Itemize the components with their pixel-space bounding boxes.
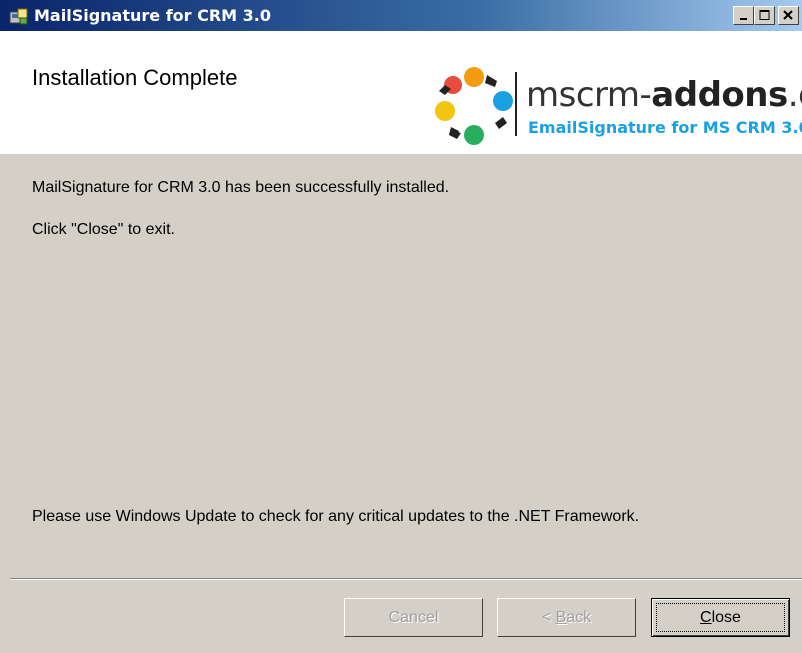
maximize-button[interactable] <box>754 6 775 25</box>
title-bar[interactable]: MailSignature for CRM 3.0 <box>0 0 802 31</box>
logo-wordmark: mscrm-addons.com <box>526 75 802 115</box>
maximize-icon <box>759 10 770 20</box>
close-icon <box>783 10 793 20</box>
minimize-button[interactable] <box>733 6 754 25</box>
cancel-button[interactable]: Cancel <box>344 598 483 637</box>
installer-icon <box>9 8 28 25</box>
close-window-button[interactable] <box>778 6 799 25</box>
page-title: Installation Complete <box>32 65 238 90</box>
windows-update-notice: Please use Windows Update to check for a… <box>32 508 640 525</box>
banner-divider <box>0 153 802 154</box>
close-instruction: Click "Close" to exit. <box>32 221 175 238</box>
close-button[interactable]: Close <box>651 598 790 637</box>
back-button[interactable]: < Back <box>497 598 636 637</box>
logo-subtitle: EmailSignature for MS CRM 3.0 <box>528 118 802 137</box>
mscrm-addons-logo-icon <box>435 67 513 145</box>
header-banner: Installation Complete mscrm-addons.com E… <box>0 31 802 154</box>
success-message: MailSignature for CRM 3.0 has been succe… <box>32 179 450 196</box>
minimize-icon <box>740 18 747 20</box>
window-title: MailSignature for CRM 3.0 <box>34 6 271 25</box>
logo-divider <box>515 72 517 136</box>
installer-window: MailSignature for CRM 3.0 Installation C… <box>0 0 802 653</box>
